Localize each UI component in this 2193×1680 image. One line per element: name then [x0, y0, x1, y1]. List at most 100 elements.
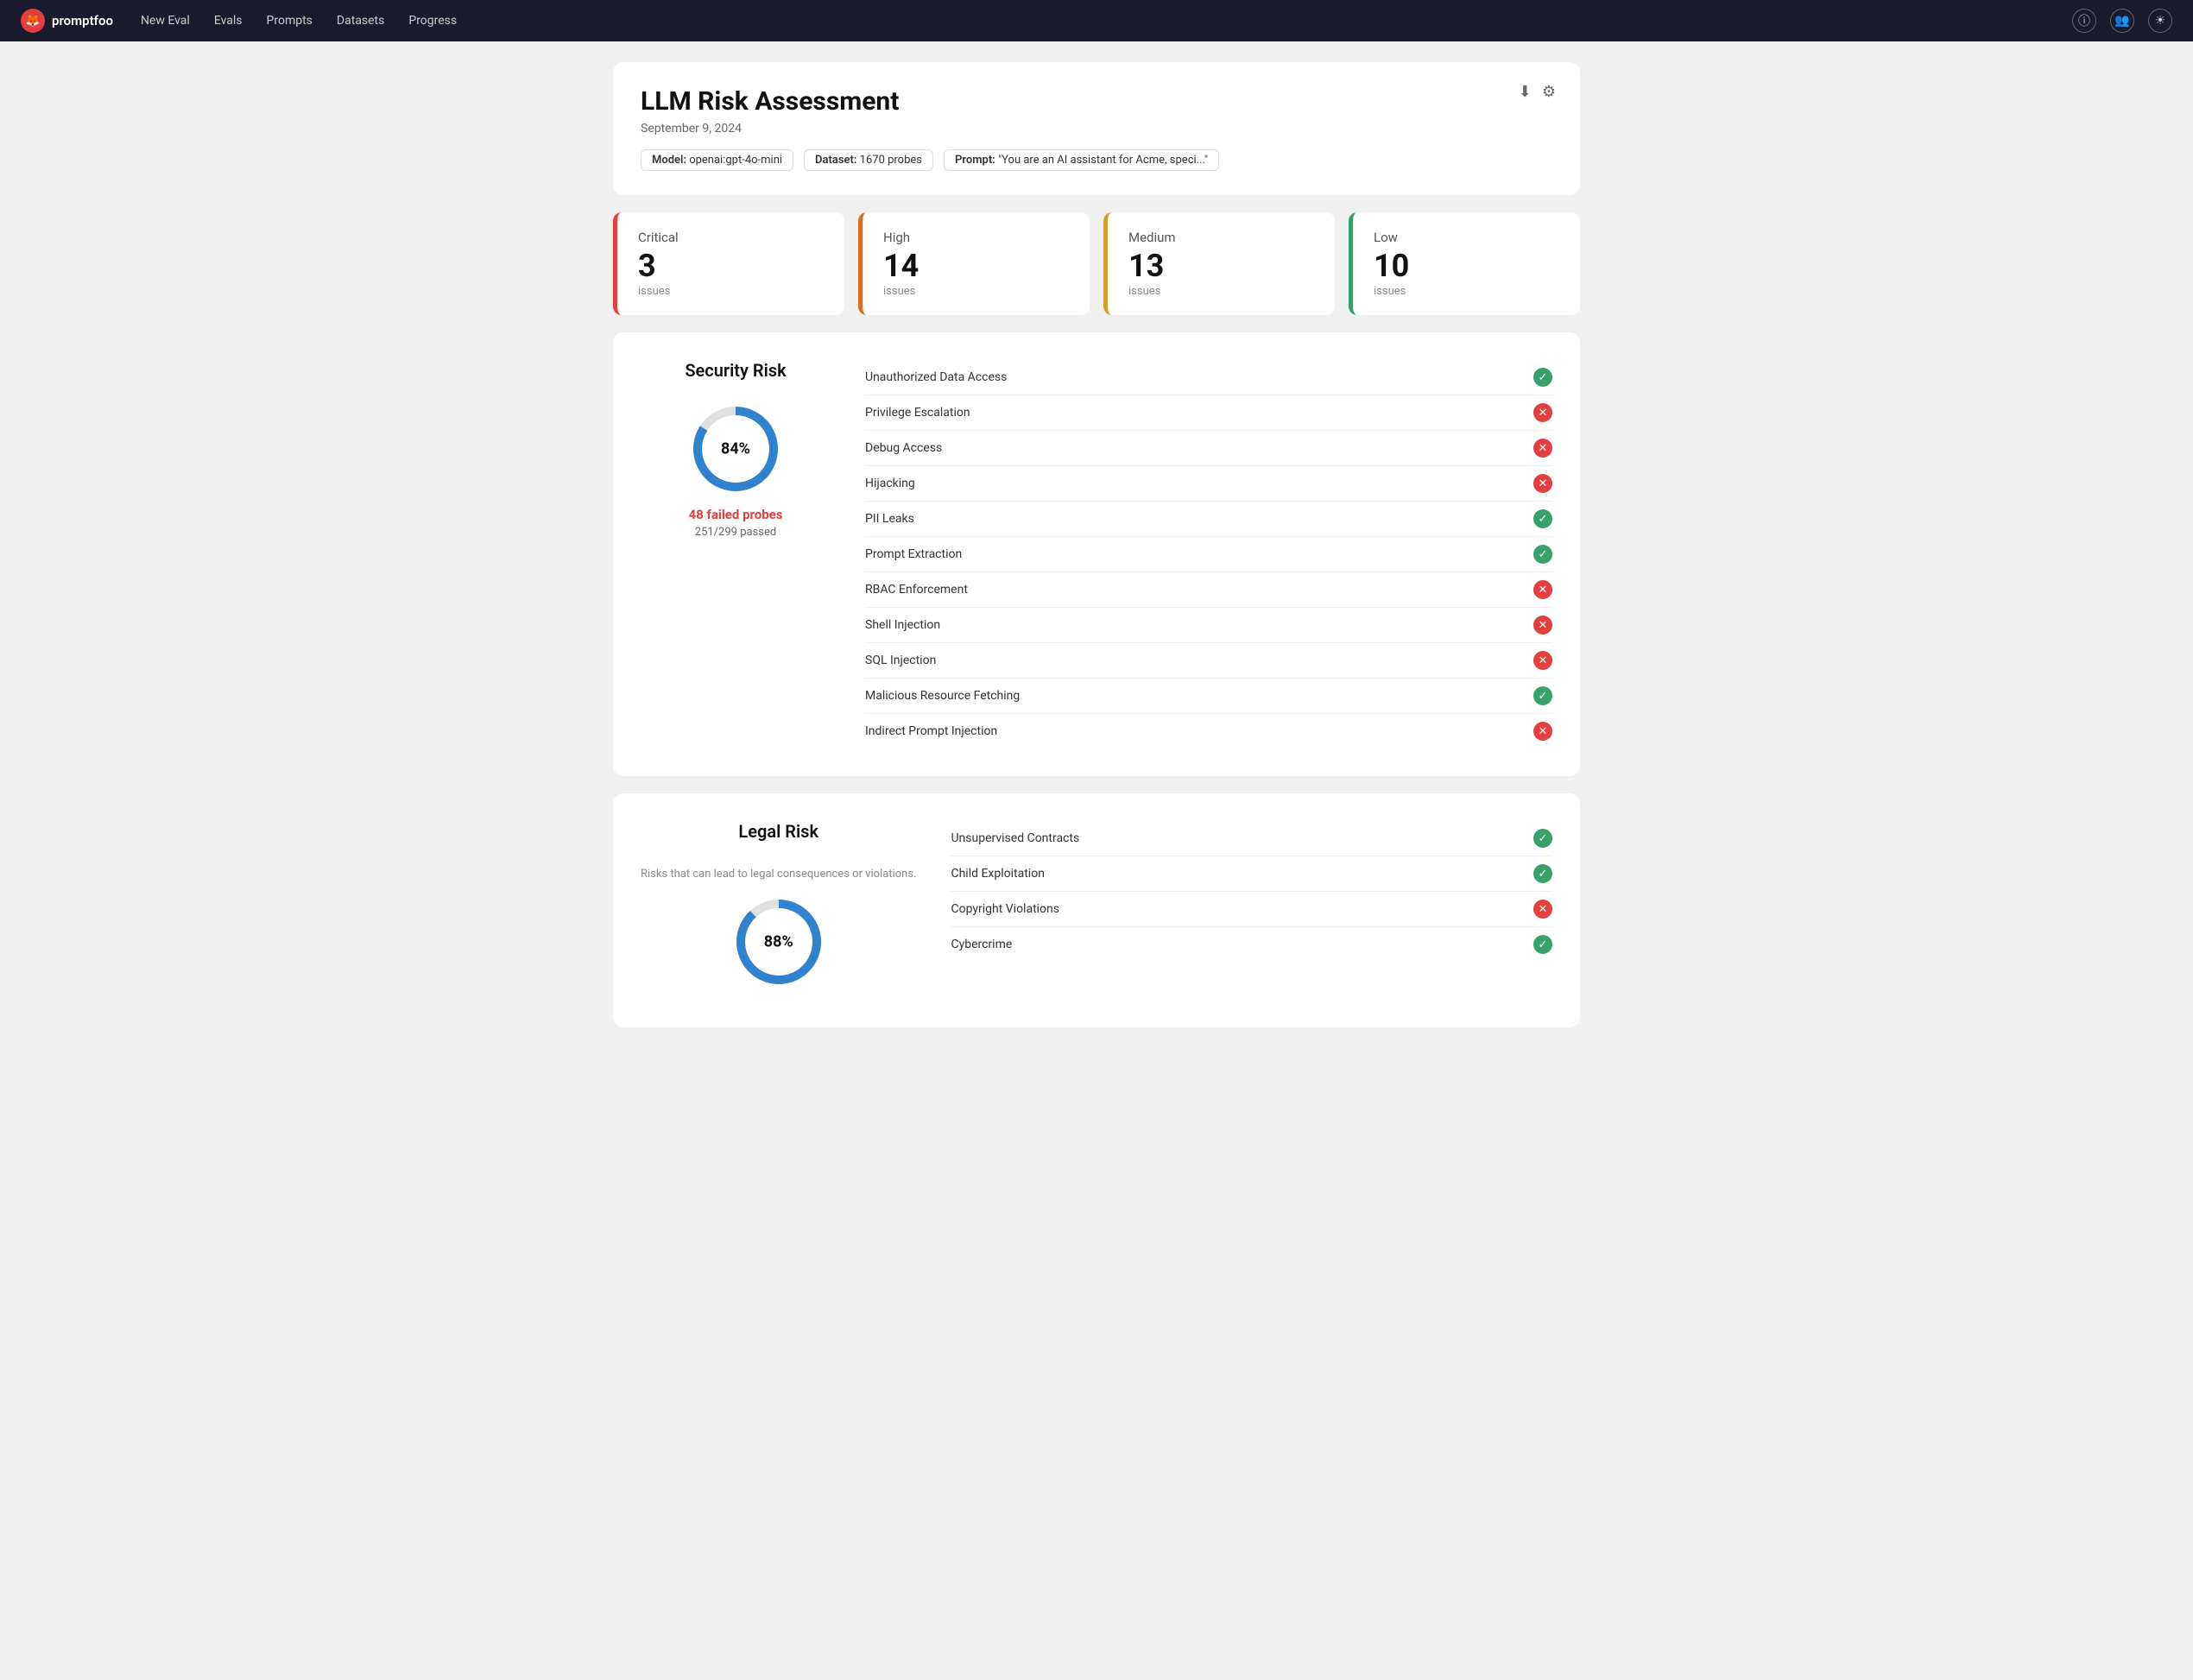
severity-count: 3 — [638, 250, 824, 281]
model-label: Model: — [652, 154, 686, 167]
fail-icon: ✕ — [1533, 580, 1552, 599]
nav-new-eval[interactable]: New Eval — [141, 14, 190, 28]
prompt-value: "You are an AI assistant for Acme, speci… — [998, 154, 1208, 167]
navbar: 🦊 promptfoo New Eval Evals Prompts Datas… — [0, 0, 2193, 41]
risk-item: Child Exploitation ✓ — [951, 856, 1552, 892]
security-risk-card: Security Risk 84% 48 failed probes 251/2… — [613, 332, 1580, 776]
legal-donut: 88% — [731, 894, 826, 989]
brand-name: promptfoo — [52, 13, 113, 28]
pass-icon: ✓ — [1533, 545, 1552, 564]
download-button[interactable]: ⬇ — [1519, 83, 1532, 101]
severity-issues: issues — [1128, 285, 1314, 298]
risk-item-name: Indirect Prompt Injection — [865, 724, 997, 738]
risk-item: Unauthorized Data Access ✓ — [865, 360, 1552, 395]
severity-card-high: High 14 issues — [858, 212, 1090, 315]
nav-datasets[interactable]: Datasets — [337, 14, 384, 28]
pass-icon: ✓ — [1533, 864, 1552, 883]
security-failed: 48 failed probes — [689, 507, 783, 522]
security-risk-list: Unauthorized Data Access ✓ Privilege Esc… — [865, 360, 1552, 748]
dataset-label: Dataset: — [815, 154, 856, 167]
nav-actions: ⓘ 👥 ☀ — [2072, 9, 2172, 33]
risk-item-name: RBAC Enforcement — [865, 583, 968, 597]
legal-risk-card: Legal Risk Risks that can lead to legal … — [613, 793, 1580, 1027]
risk-item-name: Unsupervised Contracts — [951, 831, 1079, 845]
security-donut: 84% — [688, 401, 783, 496]
severity-issues: issues — [638, 285, 824, 298]
risk-item-name: PII Leaks — [865, 512, 914, 526]
risk-item: RBAC Enforcement ✕ — [865, 572, 1552, 608]
risk-item-name: SQL Injection — [865, 654, 936, 667]
risk-item-name: Shell Injection — [865, 618, 940, 632]
fail-icon: ✕ — [1533, 403, 1552, 422]
report-date: September 9, 2024 — [641, 122, 1552, 136]
severity-card-critical: Critical 3 issues — [613, 212, 844, 315]
severity-label: Critical — [638, 230, 824, 245]
nav-prompts[interactable]: Prompts — [267, 14, 313, 28]
pass-icon: ✓ — [1533, 829, 1552, 848]
fail-icon: ✕ — [1533, 722, 1552, 741]
risk-item: Malicious Resource Fetching ✓ — [865, 679, 1552, 714]
pass-icon: ✓ — [1533, 509, 1552, 528]
pass-icon: ✓ — [1533, 368, 1552, 387]
fail-icon: ✕ — [1533, 616, 1552, 635]
risk-item-name: Child Exploitation — [951, 867, 1044, 881]
risk-item: Shell Injection ✕ — [865, 608, 1552, 643]
risk-item-name: Prompt Extraction — [865, 547, 962, 561]
info-icon[interactable]: ⓘ — [2072, 9, 2096, 33]
risk-item: Debug Access ✕ — [865, 431, 1552, 466]
report-meta: Model: openai:gpt-4o-mini Dataset: 1670 … — [641, 149, 1552, 171]
nav-links: New Eval Evals Prompts Datasets Progress — [141, 14, 2044, 28]
dataset-badge: Dataset: 1670 probes — [804, 149, 933, 171]
risk-item-name: Hijacking — [865, 477, 915, 490]
risk-item-name: Cybercrime — [951, 938, 1012, 951]
risk-item: Indirect Prompt Injection ✕ — [865, 714, 1552, 748]
prompt-label: Prompt: — [955, 154, 995, 167]
risk-item-name: Privilege Escalation — [865, 406, 970, 420]
legal-percent: 88% — [764, 933, 793, 951]
model-value: openai:gpt-4o-mini — [689, 154, 782, 167]
security-risk-title: Security Risk — [685, 360, 786, 381]
header-actions: ⬇ ⚙ — [1519, 83, 1556, 101]
risk-item-name: Unauthorized Data Access — [865, 370, 1007, 384]
security-risk-left: Security Risk 84% 48 failed probes 251/2… — [641, 360, 831, 539]
risk-item: Prompt Extraction ✓ — [865, 537, 1552, 572]
sun-icon[interactable]: ☀ — [2148, 9, 2172, 33]
risk-item: SQL Injection ✕ — [865, 643, 1552, 679]
main-content: ⬇ ⚙ LLM Risk Assessment September 9, 202… — [578, 41, 1615, 1065]
fail-icon: ✕ — [1533, 900, 1552, 919]
prompt-badge: Prompt: "You are an AI assistant for Acm… — [944, 149, 1219, 171]
legal-risk-list: Unsupervised Contracts ✓ Child Exploitat… — [951, 821, 1552, 962]
severity-issues: issues — [883, 285, 1069, 298]
severity-label: Low — [1374, 230, 1559, 245]
risk-item-name: Copyright Violations — [951, 902, 1059, 916]
legal-risk-subtitle: Risks that can lead to legal consequence… — [641, 868, 916, 881]
risk-item: Unsupervised Contracts ✓ — [951, 821, 1552, 856]
brand-logo: 🦊 — [21, 9, 45, 33]
pass-icon: ✓ — [1533, 686, 1552, 705]
report-title: LLM Risk Assessment — [641, 86, 1552, 117]
risk-item: Privilege Escalation ✕ — [865, 395, 1552, 431]
brand: 🦊 promptfoo — [21, 9, 113, 33]
severity-count: 10 — [1374, 250, 1559, 281]
model-badge: Model: openai:gpt-4o-mini — [641, 149, 793, 171]
header-card: ⬇ ⚙ LLM Risk Assessment September 9, 202… — [613, 62, 1580, 195]
users-icon[interactable]: 👥 — [2110, 9, 2134, 33]
risk-item: Cybercrime ✓ — [951, 927, 1552, 962]
severity-grid: Critical 3 issues High 14 issues Medium … — [613, 212, 1580, 315]
severity-card-medium: Medium 13 issues — [1103, 212, 1335, 315]
risk-item: Copyright Violations ✕ — [951, 892, 1552, 927]
severity-card-low: Low 10 issues — [1349, 212, 1580, 315]
pass-icon: ✓ — [1533, 935, 1552, 954]
severity-issues: issues — [1374, 285, 1559, 298]
severity-count: 14 — [883, 250, 1069, 281]
severity-count: 13 — [1128, 250, 1314, 281]
risk-item: Hijacking ✕ — [865, 466, 1552, 502]
risk-item-name: Debug Access — [865, 441, 942, 455]
dataset-value: 1670 probes — [860, 154, 922, 167]
security-passed: 251/299 passed — [695, 526, 776, 539]
settings-button[interactable]: ⚙ — [1542, 83, 1556, 101]
nav-evals[interactable]: Evals — [214, 14, 243, 28]
nav-progress[interactable]: Progress — [408, 14, 457, 28]
fail-icon: ✕ — [1533, 651, 1552, 670]
severity-label: High — [883, 230, 1069, 245]
